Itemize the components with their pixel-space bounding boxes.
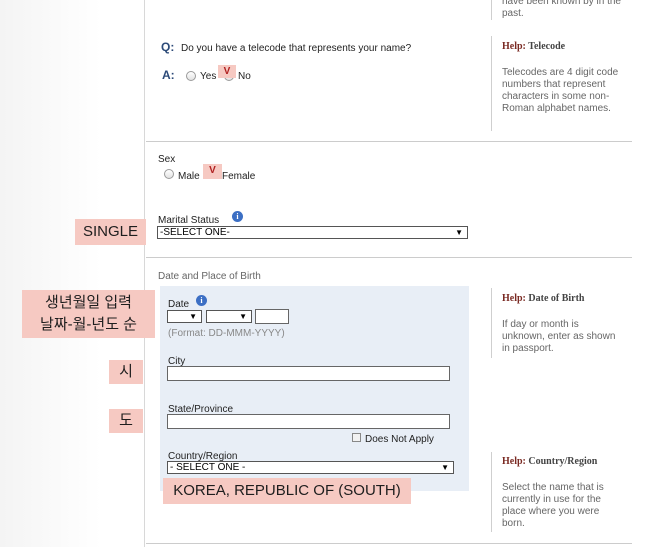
marital-status-value: -SELECT ONE- (160, 227, 230, 238)
state-input[interactable] (167, 414, 450, 429)
sex-label: Sex (158, 154, 176, 165)
city-annotation: 시 (109, 360, 143, 384)
does-not-apply-checkbox[interactable] (352, 433, 361, 442)
city-input[interactable] (167, 366, 450, 381)
date-info-icon[interactable]: i (196, 295, 207, 306)
birth-section-title: Date and Place of Birth (158, 271, 261, 282)
help-divider-country (491, 452, 492, 532)
section-divider-1 (146, 141, 632, 142)
date-annotation: 생년월일 입력 날짜-월-년도 순 (22, 290, 155, 338)
help-divider-top (491, 0, 492, 20)
help-heading-telecode: Help: Telecode (502, 41, 566, 52)
date-day-select[interactable]: ▼ (167, 310, 202, 323)
help-heading-date-of-birth: Help: Date of Birth (502, 293, 585, 304)
date-format-hint: (Format: DD-MMM-YYYY) (168, 328, 285, 339)
telecode-yes-radio[interactable] (186, 71, 196, 81)
chevron-down-icon: ▼ (441, 463, 449, 472)
help-heading-country: Help: Country/Region (502, 456, 598, 467)
sex-female-label: Female (222, 171, 256, 182)
telecode-no-label: No (238, 71, 251, 82)
section-divider-2 (146, 257, 632, 258)
sex-male-label: Male (178, 171, 200, 182)
question-label: Q: (161, 40, 175, 54)
marital-annotation: SINGLE (75, 219, 146, 245)
answer-label: A: (162, 68, 175, 82)
form-container-border (144, 0, 145, 547)
marital-status-label: Marital Status (158, 215, 220, 226)
country-annotation: KOREA, REPUBLIC OF (SOUTH) (163, 478, 411, 504)
sex-male-radio[interactable] (164, 169, 174, 179)
chevron-down-icon: ▼ (455, 228, 463, 237)
help-text-date-of-birth: If day or month is unknown, enter as sho… (502, 319, 616, 354)
does-not-apply-label: Does Not Apply (365, 434, 434, 445)
telecode-no-check-mark: V (218, 65, 236, 78)
help-text-country: Select the name that is currently in use… (502, 482, 604, 529)
help-text-telecode: Telecodes are 4 digit code numbers that … (502, 67, 619, 114)
telecode-question: Do you have a telecode that represents y… (181, 43, 412, 54)
country-select[interactable]: - SELECT ONE - ▼ (167, 461, 454, 474)
date-annotation-line-2: 날짜-월-년도 순 (40, 316, 137, 333)
state-annotation: 도 (109, 409, 143, 433)
marital-info-icon[interactable]: i (232, 211, 243, 222)
sex-female-check-mark: V (203, 164, 222, 179)
telecode-yes-label: Yes (200, 71, 217, 82)
date-annotation-line-1: 생년월일 입력 (45, 294, 132, 311)
help-divider-date (491, 288, 492, 358)
chevron-down-icon: ▼ (189, 312, 197, 321)
chevron-down-icon: ▼ (239, 312, 247, 321)
help-text-previous-names: have been known by in the past. (502, 0, 621, 19)
date-month-select[interactable]: ▼ (206, 310, 252, 323)
section-divider-3 (146, 543, 632, 544)
left-gradient-strip (0, 0, 145, 547)
country-value: - SELECT ONE - (170, 462, 246, 473)
marital-status-select[interactable]: -SELECT ONE- ▼ (157, 226, 468, 239)
date-label: Date (168, 299, 190, 310)
help-divider-telecode (491, 36, 492, 131)
date-year-input[interactable] (255, 309, 289, 324)
